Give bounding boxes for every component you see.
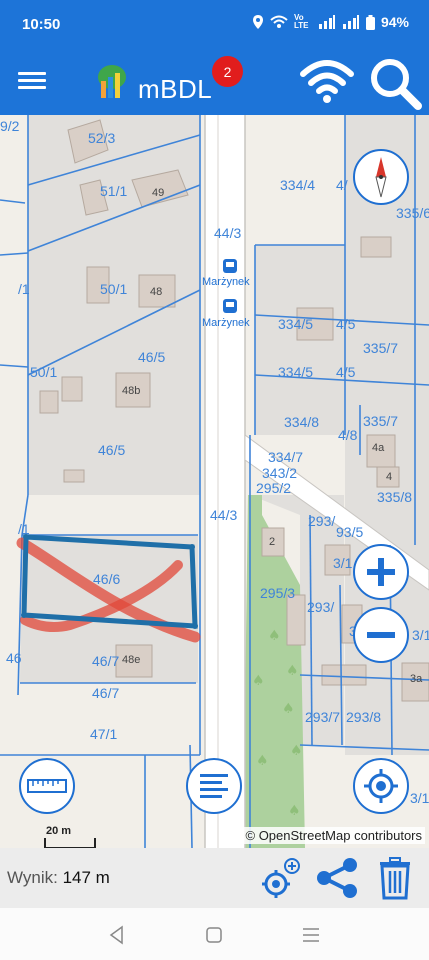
parcel-label: 334/5	[278, 364, 314, 380]
add-location-icon[interactable]	[258, 856, 304, 900]
parcel-label: 335/8	[377, 489, 413, 505]
parcel-label: 46/5	[138, 349, 166, 365]
parcel-label: 3/1	[412, 627, 429, 643]
notification-badge[interactable]: 2	[212, 56, 243, 87]
parcel-label: 44/3	[214, 225, 242, 241]
status-bar: 10:50 Vo LTE 94%	[0, 0, 429, 50]
bus-stop-label: Marżynek	[202, 276, 250, 288]
system-nav-bar	[0, 908, 429, 960]
bus-stop-label: Marżynek	[202, 317, 250, 329]
parcel-label: 295/3	[260, 585, 296, 601]
parcel-label: 50/1	[100, 281, 128, 297]
building-number: 48e	[122, 654, 141, 666]
minus-icon[interactable]	[353, 607, 409, 663]
parcel-label: 46/7	[92, 653, 120, 669]
parcel-label: 3/1	[333, 555, 353, 571]
tree-icon: ♠	[290, 743, 303, 759]
parcel-label: 334/4	[280, 177, 316, 193]
tree-icon: ♠	[286, 663, 299, 679]
bus-stop-icon[interactable]	[223, 259, 237, 273]
parcel-label: 335/7	[363, 340, 399, 356]
parcel-label: 4/5	[336, 364, 356, 380]
signal-icon	[342, 15, 359, 29]
parcel-label: 51/1	[100, 183, 128, 199]
app-bar: mBDL	[0, 50, 429, 115]
parcel-label: 334/8	[284, 414, 320, 430]
status-time: 10:50	[22, 16, 61, 33]
compass-icon[interactable]	[353, 149, 409, 205]
parcel-label: 295/2	[256, 480, 292, 496]
parcel-label: /1	[18, 521, 30, 537]
parcel-label: 293/	[308, 513, 336, 529]
building-number: 48b	[122, 385, 141, 397]
share-icon[interactable]	[314, 856, 360, 900]
map-attribution[interactable]: © OpenStreetMap contributors	[242, 827, 425, 844]
parcel-label: 334/5	[278, 316, 314, 332]
bus-stop-icon[interactable]	[223, 299, 237, 313]
parcel-label: 293/7	[305, 709, 341, 725]
recents-icon[interactable]	[300, 924, 322, 946]
parcel-label: 44/3	[210, 507, 238, 523]
parcel-label: 293/	[307, 599, 335, 615]
parcel-label: 46/5	[98, 442, 126, 458]
parcel-label: 46	[6, 650, 22, 666]
parcel-label: 335/7	[363, 413, 399, 429]
parcel-label: 93/5	[336, 524, 364, 540]
parcel-label: 47/1	[90, 726, 118, 742]
parcel-label: 334/7	[268, 449, 304, 465]
measurement-value: 147 m	[62, 868, 110, 887]
parcel-label: 52/3	[88, 130, 116, 146]
battery-level: 94%	[380, 14, 409, 30]
battery-icon	[365, 14, 375, 30]
plus-icon[interactable]	[353, 544, 409, 600]
scale-label: 20 m	[46, 825, 72, 837]
list-icon[interactable]	[186, 758, 242, 814]
parcel-label: 4/5	[336, 316, 356, 332]
tree-icon: ♠	[282, 701, 295, 717]
signal-icon	[318, 15, 335, 29]
tree-icon: ♠	[288, 803, 301, 819]
wifi-icon[interactable]	[300, 58, 354, 104]
parcel-label: 293/8	[346, 709, 382, 725]
parcel-label: 343/2	[262, 465, 298, 481]
network-label: Vo LTE	[293, 13, 309, 30]
parcel-label: 4/8	[338, 427, 358, 443]
target-icon[interactable]	[353, 758, 409, 814]
home-icon[interactable]	[203, 924, 225, 946]
result-bar: Wynik: 147 m	[0, 848, 429, 908]
search-icon[interactable]	[368, 56, 424, 112]
parcel-label: 3/1	[410, 790, 429, 806]
building-number: 49	[152, 187, 165, 199]
measurement-result: Wynik: 147 m	[7, 868, 110, 888]
parcel-label: /1	[18, 281, 30, 297]
app-title: mBDL	[138, 74, 213, 104]
map-view[interactable]: ♠ ♠ ♠ ♠ ♠ ♠ ♠ 9/2 52/3 51/1 44/3 334/4 4…	[0, 115, 429, 848]
status-icons: Vo LTE 94%	[252, 14, 409, 30]
building-number: 3a	[410, 673, 423, 685]
measurement-label: Wynik:	[7, 868, 58, 887]
building-number: 48	[150, 286, 163, 298]
tree-icon: ♠	[256, 753, 269, 769]
trash-icon[interactable]	[372, 856, 418, 900]
parcel-label: 4/	[336, 177, 348, 193]
building-number: 4	[386, 471, 393, 483]
parcel-label: 46/7	[92, 685, 120, 701]
ruler-icon[interactable]	[19, 758, 75, 814]
menu-icon[interactable]	[18, 68, 46, 96]
wifi-status-icon	[270, 15, 288, 28]
parcel-label: 50/1	[30, 364, 58, 380]
building-number: 2	[269, 536, 276, 548]
parcel-label: 9/2	[0, 118, 20, 134]
building-number: 4a	[372, 442, 385, 454]
parcel-label: 335/6	[396, 205, 429, 221]
location-icon	[252, 15, 263, 29]
tree-icon: ♠	[252, 673, 265, 689]
tree-icon: ♠	[268, 628, 281, 644]
back-icon[interactable]	[106, 924, 128, 946]
app-logo	[98, 65, 126, 98]
parcel-label: 46/6	[93, 571, 121, 587]
